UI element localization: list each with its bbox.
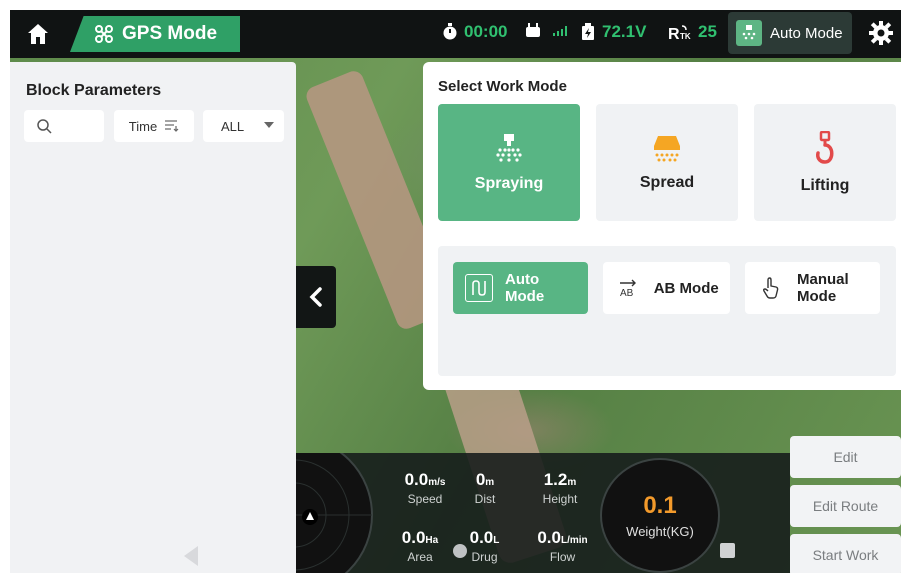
mode-label: Spread [639, 173, 695, 191]
weight-gauge: 0.1 Weight(KG) [600, 458, 720, 573]
ab-line-icon: AB [615, 274, 642, 302]
work-mode-button[interactable]: Auto Mode [728, 12, 852, 54]
top-bar: GPS Mode 00:00 72.1V R TK 25 Auto Mode [10, 10, 901, 58]
remote-controller-icon [526, 23, 540, 37]
sort-by-time-button[interactable]: Time [114, 110, 194, 142]
hand-pointer-icon [757, 274, 785, 302]
weight-value: 0.1 [643, 492, 677, 519]
flight-mode-tab[interactable]: GPS Mode [70, 16, 240, 52]
route-mode-area: Auto Mode AB AB Mode Manual Mode [438, 246, 896, 376]
edit-route-button[interactable]: Edit Route [790, 485, 901, 527]
sort-icon [165, 120, 179, 132]
ab-mode-button[interactable]: AB AB Mode [603, 262, 730, 314]
expand-toggle[interactable] [720, 543, 735, 558]
sort-label: Time [128, 118, 158, 134]
flow-readout: 0.0L/min Flow [537, 528, 588, 564]
area-readout: 0.0Ha Area [401, 528, 439, 564]
spray-nozzle-icon [496, 133, 522, 162]
battery-voltage: 72.1V [580, 22, 646, 42]
gear-icon [869, 21, 893, 45]
auto-mode-button[interactable]: Auto Mode [453, 262, 588, 314]
block-parameters-panel: Block Parameters Time ALL [10, 62, 296, 573]
mode-card-lifting[interactable]: Lifting [754, 104, 896, 221]
sub-mode-label: Manual Mode [797, 271, 849, 305]
rtk-icon: R TK [668, 25, 691, 41]
drag-handle[interactable] [453, 544, 467, 558]
svg-text:R: R [668, 26, 680, 41]
work-mode-title: Select Work Mode [438, 78, 567, 95]
flight-mode-label: GPS Mode [122, 23, 218, 44]
chevron-down-icon [264, 122, 274, 128]
manual-mode-button[interactable]: Manual Mode [745, 262, 880, 314]
drug-readout: 0.0L Drug [469, 528, 500, 564]
map-view[interactable]: GPS Mode 00:00 72.1V R TK 25 Auto Mode B… [10, 10, 901, 573]
collapse-panel-button[interactable] [296, 266, 336, 328]
mode-card-spread[interactable]: Spread [596, 104, 738, 221]
signal-status [525, 22, 575, 38]
stopwatch-icon [443, 23, 457, 40]
panel-title: Block Parameters [26, 82, 162, 99]
settings-button[interactable] [868, 20, 894, 51]
height-readout: 1.2m Height [542, 470, 578, 506]
home-icon [28, 24, 48, 44]
mode-card-spraying[interactable]: Spraying [438, 104, 580, 221]
rtk-count: 25 [698, 22, 717, 41]
filter-value: ALL [221, 118, 245, 134]
sub-mode-label: AB Mode [653, 279, 719, 297]
signal-bars-icon [553, 26, 567, 36]
svg-text:TK: TK [680, 32, 691, 41]
spreader-icon [654, 135, 680, 161]
search-input[interactable] [24, 110, 104, 142]
route-icon [465, 274, 493, 302]
battery-icon [582, 23, 594, 40]
back-arrow-icon[interactable] [184, 546, 198, 566]
timer-value: 00:00 [464, 22, 508, 41]
hook-icon [816, 130, 834, 164]
select-work-mode-panel: Select Work Mode Spraying Spread Lifting… [423, 62, 901, 390]
sub-mode-label: Auto Mode [505, 271, 545, 305]
work-mode-label: Auto Mode [770, 24, 843, 42]
compass-radar [296, 453, 376, 573]
mode-label: Lifting [800, 176, 850, 194]
search-icon [37, 119, 52, 134]
flight-timer: 00:00 [442, 22, 507, 42]
rtk-status: R TK 25 [668, 22, 717, 42]
voltage-value: 72.1V [602, 22, 647, 41]
mode-label: Spraying [474, 174, 544, 192]
spray-nozzle-icon [736, 20, 762, 46]
edit-button[interactable]: Edit [790, 436, 901, 478]
svg-text:AB: AB [620, 288, 634, 299]
filter-dropdown[interactable]: ALL [203, 110, 284, 142]
dist-readout: 0m Dist [474, 470, 496, 506]
weight-label: Weight(KG) [626, 524, 694, 539]
start-work-button[interactable]: Start Work [790, 534, 901, 573]
chevron-left-icon [309, 287, 322, 307]
home-button[interactable] [24, 20, 52, 48]
speed-readout: 0.0m/s Speed [404, 470, 446, 506]
drone-icon [95, 25, 113, 43]
